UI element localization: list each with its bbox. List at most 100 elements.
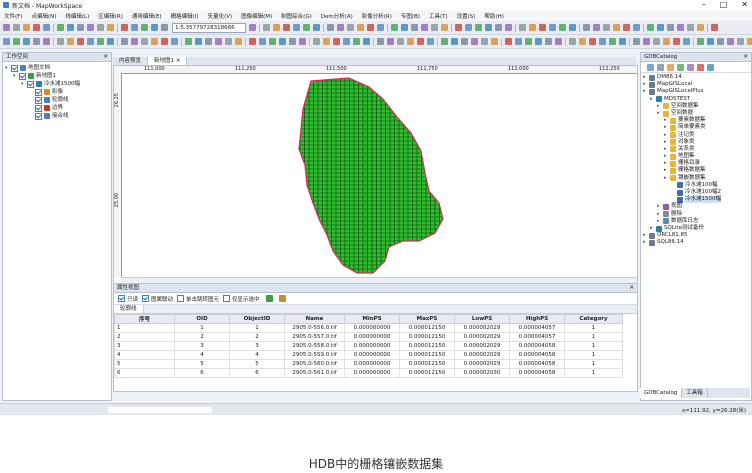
toolbar-tool-icon[interactable] bbox=[377, 38, 384, 45]
toolbar-tool-icon[interactable] bbox=[505, 38, 512, 45]
toolbar-tool-icon[interactable] bbox=[599, 38, 606, 45]
catalog-tree-item[interactable]: ▸ SQLite测试备份 bbox=[643, 225, 751, 232]
catalog-tree-item[interactable]: 冷水滩1500幅 bbox=[643, 196, 751, 204]
menu-item-9[interactable]: Dem分析(A) bbox=[321, 12, 353, 20]
toolbar-tool-icon[interactable] bbox=[579, 38, 586, 45]
toolbar-tool-icon[interactable] bbox=[747, 38, 752, 45]
toolbar-tool-icon[interactable] bbox=[407, 38, 414, 45]
toolbar-tool-icon[interactable] bbox=[397, 38, 404, 45]
expand-icon[interactable]: ▸ bbox=[664, 160, 669, 167]
toolbar-tool-icon[interactable] bbox=[313, 24, 320, 31]
catalog-tool-icon[interactable] bbox=[677, 63, 684, 71]
expand-icon[interactable]: ▸ bbox=[664, 146, 669, 153]
catalog-tool-icon[interactable] bbox=[707, 63, 714, 71]
toolbar-tool-icon[interactable] bbox=[13, 24, 20, 31]
column-header[interactable]: OID bbox=[174, 314, 230, 324]
workspace-tree-item[interactable]: ▾ 冷水滩1500幅 bbox=[5, 80, 111, 88]
toolbar-tool-icon[interactable] bbox=[249, 38, 256, 45]
toolbar-tool-icon[interactable] bbox=[23, 38, 30, 45]
toolbar-tool-icon[interactable] bbox=[141, 24, 148, 31]
toolbar-tool-icon[interactable] bbox=[185, 38, 192, 45]
toolbar-tool-icon[interactable] bbox=[683, 38, 690, 45]
toolbar-tool-icon[interactable] bbox=[673, 38, 680, 45]
toolbar-tool-icon[interactable] bbox=[583, 24, 590, 31]
toolbar-tool-icon[interactable] bbox=[623, 24, 630, 31]
toolbar-tool-icon[interactable] bbox=[23, 24, 30, 31]
toolbar-tool-icon[interactable] bbox=[647, 24, 654, 31]
toolbar-tool-icon[interactable] bbox=[609, 38, 616, 45]
toolbar-tool-icon[interactable] bbox=[717, 38, 724, 45]
tab-contour-layer[interactable]: 轮廓线 bbox=[114, 305, 144, 313]
expand-icon[interactable]: ▸ bbox=[664, 153, 669, 160]
tab-toolbox[interactable]: 工具箱 bbox=[682, 388, 708, 398]
toolbar-tool-icon[interactable] bbox=[707, 38, 714, 45]
map-view[interactable]: 111.000 111.250 111.500 111.750 112.000 112.2… bbox=[113, 65, 638, 285]
refresh-icon[interactable] bbox=[265, 295, 273, 302]
expand-icon[interactable]: ▸ bbox=[643, 81, 648, 88]
toolbar-tool-icon[interactable] bbox=[451, 38, 458, 45]
catalog-tree-item[interactable]: ▸ 数据库日志 bbox=[643, 218, 751, 225]
toolbar-tool-icon[interactable] bbox=[303, 24, 310, 31]
expand-icon[interactable]: ▸ bbox=[664, 139, 669, 146]
option-checkbox[interactable] bbox=[223, 295, 231, 302]
expand-icon[interactable]: ▸ bbox=[650, 96, 655, 103]
catalog-tree-item[interactable]: ▸ 栅格数据集 bbox=[643, 167, 751, 175]
visibility-checkbox[interactable] bbox=[35, 96, 42, 104]
toolbar-tool-icon[interactable] bbox=[269, 38, 276, 45]
catalog-tree-item[interactable]: ▸ MapGISLocal bbox=[643, 81, 751, 88]
toolbar-tool-icon[interactable] bbox=[161, 38, 168, 45]
catalog-tree-item[interactable]: ▸ 注记类 bbox=[643, 132, 751, 139]
toolbar-tool-icon[interactable] bbox=[121, 24, 128, 31]
toolbar-tool-icon[interactable] bbox=[727, 38, 734, 45]
toolbar-tool-icon[interactable] bbox=[67, 24, 74, 31]
visibility-checkbox[interactable] bbox=[35, 112, 42, 120]
toolbar-tool-icon[interactable] bbox=[589, 38, 596, 45]
toolbar-tool-icon[interactable] bbox=[367, 24, 374, 31]
expand-icon[interactable]: ▾ bbox=[5, 64, 10, 72]
attr-option[interactable]: 图属联动 bbox=[142, 295, 173, 303]
catalog-tree-item[interactable]: ▸ ORCL81.85 bbox=[643, 232, 751, 239]
toolbar-tool-icon[interactable] bbox=[97, 38, 104, 45]
scale-input[interactable]: 1:5.35779728318666 bbox=[172, 22, 246, 33]
column-header[interactable]: 序号 bbox=[114, 314, 175, 324]
toolbar-tool-icon[interactable] bbox=[549, 24, 556, 31]
menu-item-2[interactable]: 线编辑(L) bbox=[65, 12, 89, 20]
table-row[interactable]: 6 6 6 2905.0-561.0.tif 0.000000000 0.00001215… bbox=[114, 368, 623, 378]
expand-icon[interactable]: ▸ bbox=[650, 225, 655, 232]
globe-icon[interactable] bbox=[278, 295, 286, 302]
toolbar-tool-icon[interactable] bbox=[455, 24, 462, 31]
toolbar-tool-icon[interactable] bbox=[465, 24, 472, 31]
toolbar-tool-icon[interactable] bbox=[569, 24, 576, 31]
toolbar-tool-icon[interactable] bbox=[225, 38, 232, 45]
toolbar-tool-icon[interactable] bbox=[697, 38, 704, 45]
toolbar-tool-icon[interactable] bbox=[461, 38, 468, 45]
toolbar-tool-icon[interactable] bbox=[353, 38, 360, 45]
toolbar-tool-icon[interactable] bbox=[289, 38, 296, 45]
column-header[interactable]: MaxPS bbox=[399, 314, 455, 324]
tab-gdb-catalog[interactable]: GDBCatalog bbox=[640, 388, 683, 398]
toolbar-tool-icon[interactable] bbox=[313, 38, 320, 45]
toolbar-tool-icon[interactable] bbox=[337, 24, 344, 31]
toolbar-tool-icon[interactable] bbox=[77, 38, 84, 45]
toolbar-tool-icon[interactable] bbox=[613, 24, 620, 31]
toolbar-tool-icon[interactable] bbox=[441, 38, 448, 45]
toolbar-tool-icon[interactable] bbox=[3, 38, 10, 45]
catalog-tree-item[interactable]: ▸ 简单要素类 bbox=[643, 124, 751, 131]
toolbar-tool-icon[interactable] bbox=[107, 24, 114, 31]
close-button[interactable]: ✕ bbox=[741, 0, 748, 10]
toolbar-tool-icon[interactable] bbox=[293, 24, 300, 31]
toolbar-tool-icon[interactable] bbox=[431, 24, 438, 31]
toolbar-tool-icon[interactable] bbox=[43, 24, 50, 31]
toolbar-tool-icon[interactable] bbox=[377, 24, 384, 31]
toolbar-tool-icon[interactable] bbox=[13, 38, 20, 45]
toolbar-tool-icon[interactable] bbox=[77, 24, 84, 31]
toolbar-tool-icon[interactable] bbox=[67, 38, 74, 45]
toolbar-tool-icon[interactable] bbox=[121, 38, 128, 45]
toolbar-tool-icon[interactable] bbox=[263, 24, 270, 31]
toolbar-tool-icon[interactable] bbox=[97, 24, 104, 31]
toolbar-tool-icon[interactable] bbox=[603, 24, 610, 31]
expand-icon[interactable]: ▸ bbox=[664, 117, 669, 124]
toolbar-tool-icon[interactable] bbox=[559, 24, 566, 31]
toolbar-tool-icon[interactable] bbox=[107, 38, 114, 45]
toolbar-tool-icon[interactable] bbox=[515, 38, 522, 45]
